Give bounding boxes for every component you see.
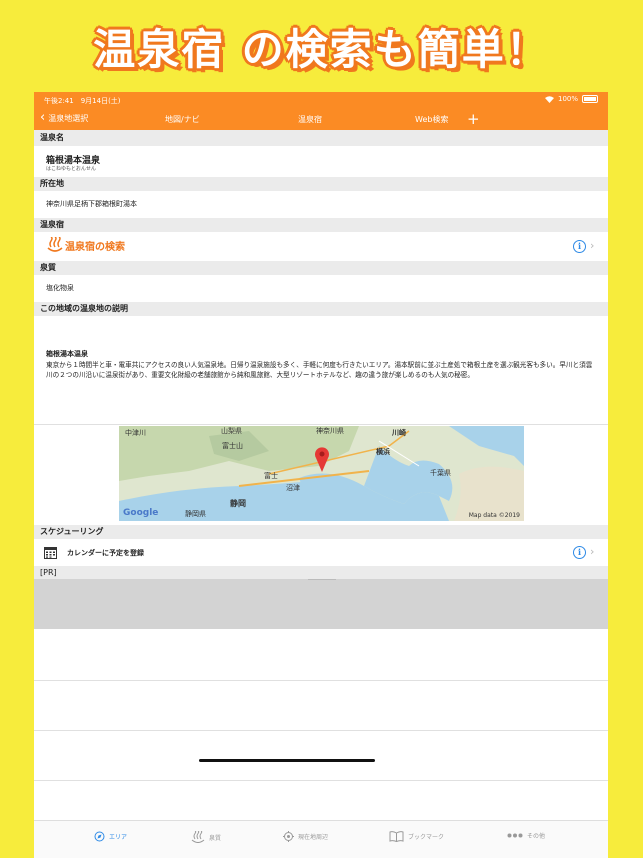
divider bbox=[34, 730, 608, 731]
quality-row: 塩化物泉 bbox=[34, 275, 608, 301]
map-nav-button[interactable]: 地図/ナビ bbox=[165, 114, 200, 125]
hot-spring-icon bbox=[191, 831, 205, 843]
battery-percent: 100% bbox=[557, 95, 578, 103]
tab-label: ブックマーク bbox=[408, 834, 445, 841]
section-header-description: この地域の温泉地の説明 bbox=[34, 302, 608, 316]
divider bbox=[34, 424, 608, 425]
tab-label: その他 bbox=[527, 833, 546, 840]
map-label: 神奈川県 bbox=[316, 427, 344, 435]
battery-icon bbox=[582, 95, 598, 103]
map-label: 静岡 bbox=[230, 499, 246, 508]
add-button[interactable]: + bbox=[467, 110, 480, 128]
description-body: 東京から１時間半と車・電車共にアクセスの良い人気温泉地。日帰り温泉施設も多く、手… bbox=[46, 361, 593, 379]
hot-spring-icon bbox=[47, 237, 63, 252]
address-text: 神奈川県足柄下郡箱根町湯本 bbox=[46, 200, 137, 208]
chevron-right-icon: › bbox=[590, 239, 595, 252]
ipad-screen: 午後2:41 9月14日(土) 100% ‹ 温泉地選択 地図/ナビ 温泉宿 W… bbox=[34, 92, 608, 858]
status-bar: 午後2:41 9月14日(土) 100% bbox=[34, 92, 608, 108]
section-header-name: 温泉名 bbox=[34, 130, 608, 146]
map-view[interactable]: 中津川 山梨県 富士山 神奈川県 川崎 横浜 千葉県 富士 沼津 静岡 静岡県 … bbox=[119, 426, 524, 521]
home-indicator bbox=[199, 759, 375, 762]
back-label: 温泉地選択 bbox=[48, 113, 89, 123]
description-row: 箱根湯本温泉 東京から１時間半と車・電車共にアクセスの良い人気温泉地。日帰り温泉… bbox=[34, 316, 608, 426]
calendar-label: カレンダーに予定を登録 bbox=[67, 549, 144, 557]
location-target-icon bbox=[283, 831, 294, 842]
book-icon bbox=[389, 831, 404, 842]
section-header-location: 所在地 bbox=[34, 177, 608, 191]
calendar-icon bbox=[44, 547, 57, 559]
inn-button[interactable]: 温泉宿 bbox=[298, 114, 322, 125]
map-pin-icon[interactable] bbox=[314, 446, 330, 472]
map-label: 沼津 bbox=[286, 484, 300, 492]
map-background bbox=[119, 426, 524, 521]
divider bbox=[34, 780, 608, 781]
map-label: 千葉県 bbox=[430, 469, 451, 477]
onsen-reading: はこねゆもとおんせん bbox=[46, 166, 96, 172]
description-title: 箱根湯本温泉 bbox=[46, 350, 88, 358]
back-button[interactable]: ‹ 温泉地選択 bbox=[40, 110, 89, 125]
map-label: 富士山 bbox=[222, 442, 243, 450]
section-header-quality: 泉質 bbox=[34, 261, 608, 275]
info-icon[interactable]: i bbox=[573, 546, 586, 559]
tab-nearby[interactable]: 現在地周辺 bbox=[283, 831, 328, 842]
tab-label: 現在地周辺 bbox=[298, 834, 329, 841]
status-time: 午後2:41 9月14日(土) bbox=[44, 97, 121, 105]
calendar-row[interactable]: カレンダーに予定を登録 i › bbox=[34, 539, 608, 566]
quality-text: 塩化物泉 bbox=[46, 284, 74, 292]
navigation-bar: ‹ 温泉地選択 地図/ナビ 温泉宿 Web検索 + bbox=[34, 108, 608, 130]
more-dots-icon bbox=[507, 833, 523, 838]
section-header-schedule: スケジューリング bbox=[34, 525, 608, 539]
map-label: 横浜 bbox=[376, 448, 390, 456]
onsen-name-row: 箱根湯本温泉 はこねゆもとおんせん bbox=[34, 146, 608, 176]
map-label: 川崎 bbox=[392, 429, 406, 437]
divider bbox=[34, 680, 608, 681]
google-logo: Google bbox=[123, 508, 159, 518]
section-header-pr: [PR] bbox=[34, 566, 608, 579]
wifi-icon bbox=[544, 95, 554, 103]
chevron-right-icon: › bbox=[590, 545, 595, 558]
ad-banner[interactable] bbox=[34, 579, 608, 629]
promo-banner: 温泉宿 の検索も簡単！ bbox=[0, 0, 643, 92]
address-row: 神奈川県足柄下郡箱根町湯本 bbox=[34, 191, 608, 217]
tab-label: エリア bbox=[109, 834, 128, 841]
map-copyright: Map data ©2019 bbox=[468, 512, 520, 519]
inn-search-row[interactable]: 温泉宿の検索 i › bbox=[34, 232, 608, 260]
web-search-button[interactable]: Web検索 bbox=[415, 114, 448, 125]
tab-label: 泉質 bbox=[209, 834, 222, 842]
section-header-inn: 温泉宿 bbox=[34, 218, 608, 232]
chevron-left-icon: ‹ bbox=[40, 110, 46, 125]
map-label: 山梨県 bbox=[221, 427, 242, 435]
map-label: 静岡県 bbox=[185, 510, 206, 518]
status-right: 100% bbox=[544, 95, 598, 103]
inn-search-logo[interactable]: 温泉宿の検索 bbox=[47, 237, 125, 253]
tab-bar: エリア 泉質 現在地周辺 ブックマーク その他 bbox=[34, 820, 608, 858]
compass-icon bbox=[94, 831, 105, 842]
tab-more[interactable]: その他 bbox=[507, 831, 545, 840]
tab-quality[interactable]: 泉質 bbox=[191, 831, 221, 843]
banner-title: 温泉宿 の検索も簡単！ bbox=[93, 24, 550, 74]
map-label: 富士 bbox=[264, 472, 278, 480]
info-icon[interactable]: i bbox=[573, 240, 586, 253]
inn-search-label: 温泉宿の検索 bbox=[65, 241, 125, 253]
map-label: 中津川 bbox=[125, 429, 146, 437]
tab-area[interactable]: エリア bbox=[94, 831, 127, 842]
tab-bookmark[interactable]: ブックマーク bbox=[389, 831, 444, 842]
ad-handle bbox=[308, 579, 336, 580]
